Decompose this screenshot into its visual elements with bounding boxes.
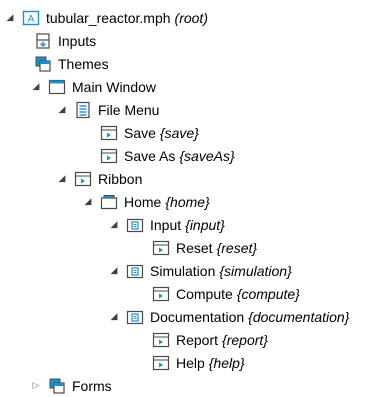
collapse-toggle-icon[interactable]: ◢ <box>108 265 120 277</box>
app-icon: A <box>22 9 40 27</box>
tree-node-label: Save <box>124 124 156 141</box>
collapse-toggle-icon[interactable]: ◢ <box>108 311 120 323</box>
tree-node-inputs[interactable]: Inputs <box>34 29 100 52</box>
collapse-toggle-icon[interactable]: ◢ <box>56 104 68 116</box>
tree-node-label: Ribbon <box>98 170 143 187</box>
command-icon <box>152 331 170 349</box>
tree-node-tag: (root) <box>174 9 208 26</box>
collapse-toggle-icon[interactable]: ◢ <box>30 81 42 93</box>
tree-node-themes[interactable]: Themes <box>34 52 113 75</box>
collapse-toggle-icon[interactable]: ◢ <box>56 173 68 185</box>
tree-node-help[interactable]: Help {help} <box>152 351 245 374</box>
section-icon <box>126 308 144 326</box>
tree-node-label: Home <box>124 193 162 210</box>
ribbon-icon <box>74 170 92 188</box>
command-icon <box>152 239 170 257</box>
tree-node-main-window[interactable]: ◢ Main Window <box>30 75 160 98</box>
folder-tab-icon <box>100 193 118 211</box>
tree-node-tag: {help} <box>208 354 245 371</box>
tree-node-tag: {reset} <box>216 239 258 256</box>
section-icon <box>126 262 144 280</box>
themes-icon <box>34 55 52 73</box>
tree-node-label: Inputs <box>58 32 97 49</box>
collapse-toggle-icon[interactable]: ◢ <box>108 219 120 231</box>
tree-node-tag: {report} <box>222 331 268 348</box>
command-icon <box>152 354 170 372</box>
tree-node-root[interactable]: ◢ A tubular_reactor.mph (root) <box>4 6 208 29</box>
tree-node-label: Main Window <box>72 78 157 95</box>
tree-node-ribbon[interactable]: ◢ Ribbon <box>56 167 146 190</box>
tree-node-tag: {saveAs} <box>179 147 235 164</box>
tree-node-label: Themes <box>58 55 109 72</box>
window-icon <box>48 78 66 96</box>
command-icon <box>100 147 118 165</box>
svg-text:A: A <box>28 14 35 25</box>
tree-node-tag: {compute} <box>236 285 300 302</box>
tree-node-label: tubular_reactor.mph <box>46 9 171 26</box>
tree-node-simulation[interactable]: ◢ Simulation {simulation} <box>108 259 292 282</box>
tree-node-forms[interactable]: ▷ Forms <box>30 374 116 397</box>
tree-node-home[interactable]: ◢ Home {home} <box>82 190 210 213</box>
tree-node-tag: {documentation} <box>248 308 350 325</box>
inputs-icon <box>34 32 52 50</box>
tree-node-label: Forms <box>72 377 112 394</box>
tree-node-label: Simulation <box>150 262 216 279</box>
tree-node-label: Help <box>176 354 205 371</box>
tree-node-tag: {input} <box>185 216 225 233</box>
tree-node-label: Compute <box>176 285 233 302</box>
menu-icon <box>74 101 92 119</box>
section-icon <box>126 216 144 234</box>
tree-node-label: File Menu <box>98 101 160 118</box>
tree-node-report[interactable]: Report {report} <box>152 328 268 351</box>
tree-node-tag: {home} <box>165 193 210 210</box>
tree-node-file-menu[interactable]: ◢ File Menu <box>56 98 163 121</box>
collapse-toggle-icon[interactable]: ◢ <box>4 12 16 24</box>
tree-node-label: Report <box>176 331 219 348</box>
tree-node-label: Save As <box>124 147 176 164</box>
collapse-toggle-icon[interactable]: ◢ <box>82 196 94 208</box>
tree-node-documentation[interactable]: ◢ Documentation {documentation} <box>108 305 350 328</box>
command-icon <box>100 124 118 142</box>
model-builder-tree: ◢ A tubular_reactor.mph (root) Inputs Th… <box>0 0 380 396</box>
tree-node-label: Input <box>150 216 182 233</box>
forms-icon <box>48 377 66 395</box>
tree-node-label: Documentation <box>150 308 245 325</box>
tree-node-input[interactable]: ◢ Input {input} <box>108 213 225 236</box>
expand-toggle-icon[interactable]: ▷ <box>30 380 42 392</box>
tree-node-compute[interactable]: Compute {compute} <box>152 282 300 305</box>
tree-node-tag: {save} <box>159 124 199 141</box>
tree-node-save-as[interactable]: Save As {saveAs} <box>100 144 235 167</box>
tree-node-save[interactable]: Save {save} <box>100 121 199 144</box>
tree-node-label: Reset <box>176 239 213 256</box>
tree-node-tag: {simulation} <box>219 262 292 279</box>
tree-node-reset[interactable]: Reset {reset} <box>152 236 257 259</box>
command-icon <box>152 285 170 303</box>
